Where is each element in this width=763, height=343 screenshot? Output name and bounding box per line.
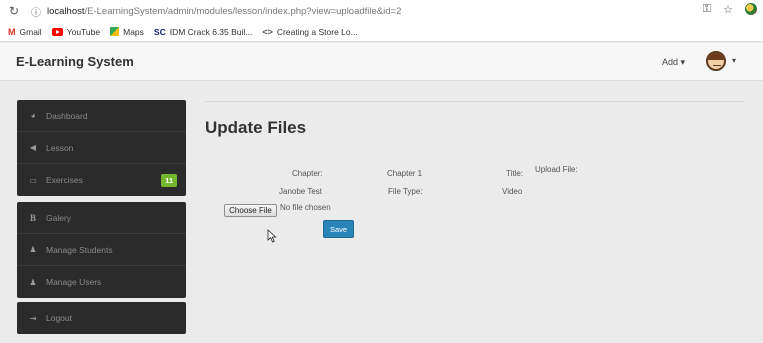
info-icon[interactable]: ⓘ <box>29 4 43 19</box>
save-button[interactable]: Save <box>323 220 354 238</box>
brand-title[interactable]: E-Learning System <box>16 54 134 69</box>
browser-actions: ⚿ ☆ <box>703 3 757 16</box>
title-value: Janobe Test <box>279 187 322 196</box>
bold-b-icon: B <box>29 212 36 223</box>
bookmark-label: Maps <box>123 26 144 37</box>
file-type-label: File Type: <box>388 187 423 196</box>
upload-file-label: Upload File: <box>535 165 578 174</box>
sidebar-item-label: Manage Students <box>46 244 113 255</box>
sidebar-item-exercises[interactable]: ▭ Exercises 11 <box>17 164 186 196</box>
bookmark-label: Gmail <box>19 26 42 37</box>
inbox-icon: ▭ <box>29 175 37 185</box>
sidebar-item-label: Dashboard <box>46 110 88 121</box>
bookmark-label: YouTube <box>66 26 101 37</box>
bookmark-idm[interactable]: SC IDM Crack 6.35 Buil... <box>154 27 252 37</box>
chevron-down-icon: ▾ <box>680 57 686 67</box>
file-type-value: Video <box>502 187 523 196</box>
user-icon: ♟ <box>29 245 37 254</box>
bookmark-youtube[interactable]: YouTube <box>51 26 101 37</box>
sidebar-group-manage: B Galery ♟ Manage Students ♟ Manage User… <box>17 202 186 298</box>
sidebar-group-main: ◕ Dashboard ◀ Lesson ▭ Exercises 11 <box>17 100 186 196</box>
sidebar-item-label: Exercises <box>46 175 83 185</box>
bookmark-store-locator[interactable]: <> Creating a Store Lo... <box>262 27 357 37</box>
gmail-icon: M <box>8 26 16 37</box>
mouse-cursor-icon <box>267 229 277 243</box>
sidebar-item-label: Galery <box>46 212 72 223</box>
sidebar-item-label: Logout <box>46 313 72 323</box>
dashboard-icon: ◕ <box>30 111 36 120</box>
extension-icon[interactable] <box>745 3 757 15</box>
code-icon: <> <box>262 26 273 37</box>
app-header: E-Learning System Add ▾ ▾ <box>0 43 763 81</box>
sidebar-group-account: ⇥ Logout <box>17 302 186 334</box>
sidebar-item-logout[interactable]: ⇥ Logout <box>17 302 186 334</box>
sidebar-item-manage-users[interactable]: ♟ Manage Users <box>17 266 186 298</box>
bookmark-maps[interactable]: Maps <box>110 27 144 37</box>
sidebar-item-dashboard[interactable]: ◕ Dashboard <box>17 100 186 132</box>
bookmark-label: IDM Crack 6.35 Buil... <box>169 26 253 37</box>
avatar[interactable] <box>706 51 726 71</box>
key-icon[interactable]: ⚿ <box>703 3 711 16</box>
chevron-down-icon[interactable]: ▾ <box>732 56 736 65</box>
count-badge: 11 <box>161 174 177 187</box>
bookmark-label: Creating a Store Lo... <box>276 26 358 37</box>
star-icon[interactable]: ☆ <box>723 3 733 16</box>
megaphone-icon: ◀ <box>29 143 37 152</box>
logout-icon: ⇥ <box>29 313 37 323</box>
page-title: Update Files <box>205 118 307 137</box>
reload-icon[interactable]: ↻ <box>5 4 23 18</box>
sidebar-item-lesson[interactable]: ◀ Lesson <box>17 132 186 164</box>
browser-address-bar: ↻ ⓘ localhost/E-LearningSystem/admin/mod… <box>0 0 763 22</box>
file-status-text: No file chosen <box>280 203 331 212</box>
bookmarks-bar: M Gmail YouTube Maps SC IDM Crack 6.35 B… <box>0 22 763 42</box>
sidebar-item-label: Lesson <box>46 142 74 153</box>
title-label: Title: <box>506 169 524 178</box>
add-label: Add <box>662 57 679 67</box>
url-path: /E-LearningSystem/admin/modules/lesson/i… <box>84 5 402 17</box>
chapter-value: Chapter 1 <box>387 169 423 178</box>
sidebar-item-galery[interactable]: B Galery <box>17 202 186 234</box>
sidebar-item-label: Manage Users <box>46 277 102 287</box>
user-icon: ♟ <box>29 277 37 287</box>
choose-file-button[interactable]: Choose File <box>224 204 277 217</box>
bookmark-gmail[interactable]: M Gmail <box>8 27 42 37</box>
divider <box>205 101 745 102</box>
sc-icon: SC <box>153 26 166 37</box>
add-dropdown[interactable]: Add ▾ <box>662 57 685 68</box>
chapter-label: Chapter: <box>292 169 323 178</box>
maps-icon <box>110 27 120 36</box>
url-field[interactable]: localhost/E-LearningSystem/admin/modules… <box>47 6 401 17</box>
url-host: localhost <box>47 5 85 17</box>
youtube-icon <box>51 27 63 36</box>
sidebar-item-manage-students[interactable]: ♟ Manage Students <box>17 234 186 266</box>
